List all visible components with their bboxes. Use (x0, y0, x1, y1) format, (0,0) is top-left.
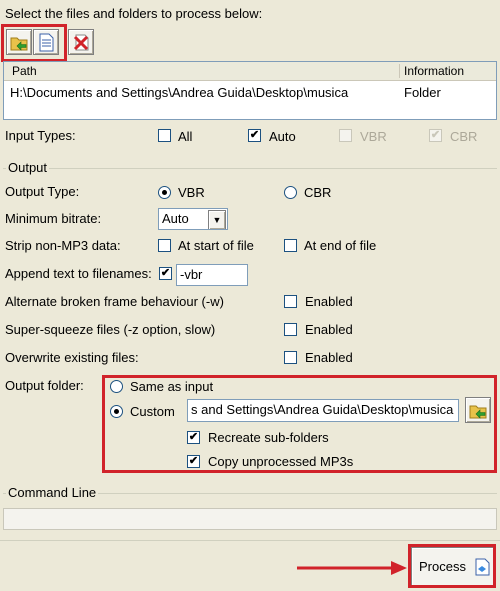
output-vbr-label: VBR (178, 185, 205, 200)
command-line-label: Command Line (6, 485, 99, 500)
overwrite-checkbox[interactable] (284, 351, 297, 364)
alternate-broken-checkbox[interactable] (284, 295, 297, 308)
strip-start-label: At start of file (178, 238, 254, 253)
strip-start-checkbox[interactable] (158, 239, 171, 252)
output-folder-highlight (102, 375, 497, 473)
process-highlight (408, 544, 496, 588)
append-text-checkbox[interactable] (159, 267, 172, 280)
minimum-bitrate-label: Minimum bitrate: (5, 211, 102, 226)
append-text-input[interactable]: -vbr (176, 264, 248, 286)
file-list[interactable]: Path Information H:\Documents and Settin… (3, 61, 497, 120)
column-information[interactable]: Information (404, 64, 464, 78)
column-divider (399, 64, 400, 78)
input-all-checkbox[interactable] (158, 129, 171, 142)
overwrite-enabled-label: Enabled (305, 350, 353, 365)
input-vbr-checkbox[interactable] (339, 129, 352, 142)
super-squeeze-enabled-label: Enabled (305, 322, 353, 337)
remove-button[interactable] (68, 29, 94, 55)
toolbar-highlight (1, 24, 67, 62)
command-line-field[interactable] (3, 508, 497, 530)
output-vbr-radio[interactable] (158, 186, 171, 199)
red-arrow (297, 561, 407, 575)
bottom-divider (0, 540, 500, 541)
append-text-label: Append text to filenames: (5, 266, 152, 281)
input-all-label: All (178, 129, 193, 144)
super-squeeze-checkbox[interactable] (284, 323, 297, 336)
output-cbr-label: CBR (304, 185, 332, 200)
output-group-label: Output (6, 160, 50, 175)
input-vbr-label: VBR (360, 129, 387, 144)
input-cbr-checkbox[interactable] (429, 129, 442, 142)
strip-end-checkbox[interactable] (284, 239, 297, 252)
minimum-bitrate-select[interactable]: Auto ▼ (158, 208, 228, 230)
output-folder-label: Output folder: (5, 378, 84, 393)
alternate-broken-enabled-label: Enabled (305, 294, 353, 309)
row-info: Folder (404, 85, 441, 100)
output-type-label: Output Type: (5, 184, 80, 199)
input-auto-label: Auto (269, 129, 296, 144)
input-types-label: Input Types: (5, 128, 76, 143)
alternate-broken-label: Alternate broken frame behaviour (-w) (5, 294, 224, 309)
output-cbr-radio[interactable] (284, 186, 297, 199)
input-auto-checkbox[interactable] (248, 129, 261, 142)
overwrite-label: Overwrite existing files: (5, 350, 139, 365)
instruction-text: Select the files and folders to process … (5, 6, 263, 21)
column-path[interactable]: Path (12, 64, 37, 78)
strip-end-label: At end of file (304, 238, 377, 253)
file-list-header: Path Information (4, 62, 496, 81)
row-path: H:\Documents and Settings\Andrea Guida\D… (10, 85, 349, 100)
remove-icon (73, 34, 89, 51)
minimum-bitrate-value: Auto (162, 211, 189, 226)
strip-data-label: Strip non-MP3 data: (5, 238, 121, 253)
input-cbr-label: CBR (450, 129, 478, 144)
output-group-border (3, 168, 497, 169)
super-squeeze-label: Super-squeeze files (-z option, slow) (5, 322, 216, 337)
chevron-down-icon[interactable]: ▼ (208, 210, 226, 229)
table-row[interactable]: H:\Documents and Settings\Andrea Guida\D… (4, 83, 496, 101)
